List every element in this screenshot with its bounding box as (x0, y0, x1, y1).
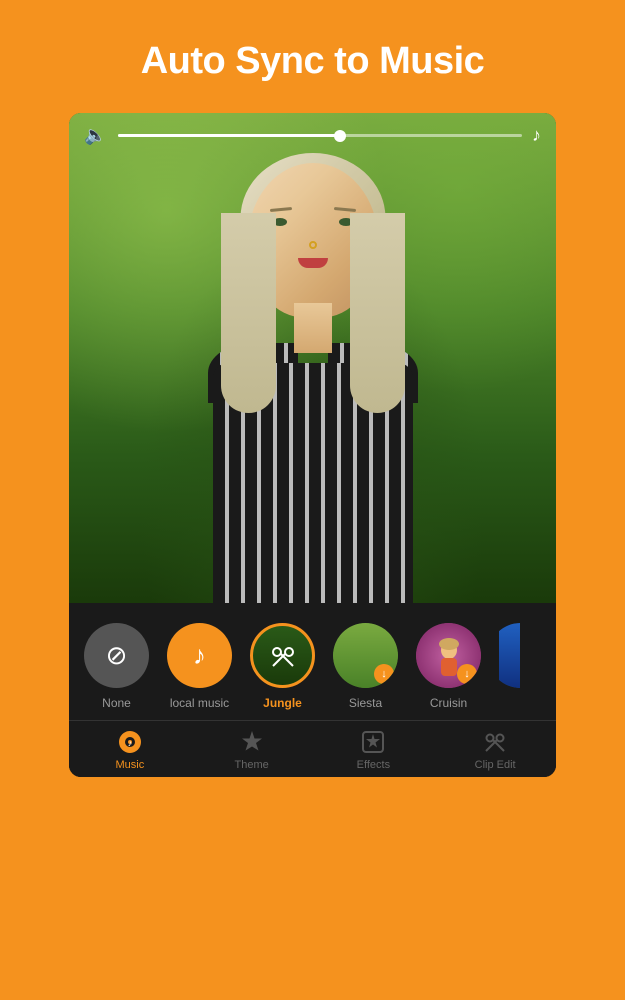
video-area: 🔈 ♪ (69, 113, 556, 603)
music-item-partial[interactable] (499, 623, 541, 688)
music-item-jungle[interactable]: Jungle (250, 623, 315, 710)
thumb-local: ♪ (167, 623, 232, 688)
playback-bar: 🔈 ♪ (69, 125, 556, 146)
nav-item-music[interactable]: ♪ Music (69, 729, 191, 771)
nav-label-theme: Theme (235, 759, 269, 771)
nav-item-clip-edit[interactable]: Clip Edit (434, 729, 556, 771)
none-icon: ⊘ (106, 640, 128, 671)
thumb-none: ⊘ (84, 623, 149, 688)
volume-icon[interactable]: 🔈 (84, 125, 108, 146)
nav-item-theme[interactable]: Theme (191, 729, 313, 771)
label-cruisin: Cruisin (430, 696, 467, 710)
cruisin-artwork (429, 636, 469, 676)
progress-fill (118, 134, 340, 137)
music-note-icon: ♪ (532, 125, 541, 146)
app-header: Auto Sync to Music (0, 0, 625, 113)
nav-label-effects: Effects (357, 759, 390, 771)
label-none: None (102, 696, 131, 710)
person-figure (183, 153, 443, 603)
face-lips (298, 258, 328, 268)
download-badge-siesta: ↓ (374, 664, 394, 684)
music-item-local[interactable]: ♪ local music (167, 623, 232, 710)
progress-track[interactable] (118, 134, 522, 137)
label-siesta: Siesta (349, 696, 382, 710)
effects-nav-icon (360, 729, 386, 755)
local-music-icon: ♪ (193, 640, 206, 671)
eyebrow-left (269, 207, 291, 212)
thumb-partial (499, 623, 541, 688)
eyebrow-right (333, 207, 355, 212)
theme-nav-icon (239, 729, 265, 755)
svg-text:♪: ♪ (128, 738, 133, 748)
music-item-none[interactable]: ⊘ None (84, 623, 149, 710)
page-title: Auto Sync to Music (30, 40, 595, 83)
bottom-panel: ⊘ None ♪ local music (69, 603, 556, 777)
phone-frame: 🔈 ♪ (69, 113, 556, 777)
music-nav-icon: ♪ (117, 729, 143, 755)
nose-ring (309, 241, 317, 249)
scissors-icon (267, 640, 299, 672)
bottom-nav: ♪ Music Theme Effects (69, 720, 556, 777)
person-neck (294, 303, 332, 353)
nav-label-clip-edit: Clip Edit (475, 759, 516, 771)
label-local: local music (170, 696, 229, 710)
thumb-jungle (250, 623, 315, 688)
face-eyes (273, 218, 353, 226)
thumb-siesta: ↓ (333, 623, 398, 688)
music-item-cruisin[interactable]: ↓ Cruisin (416, 623, 481, 710)
nav-label-music: Music (116, 759, 145, 771)
nav-item-effects[interactable]: Effects (313, 729, 435, 771)
clip-edit-nav-icon (482, 729, 508, 755)
progress-thumb (334, 130, 346, 142)
portrait-area (69, 113, 556, 603)
label-jungle: Jungle (263, 696, 302, 710)
hair-left (221, 213, 276, 413)
thumb-cruisin: ↓ (416, 623, 481, 688)
music-item-siesta[interactable]: ↓ Siesta (333, 623, 398, 710)
music-list: ⊘ None ♪ local music (69, 603, 556, 720)
hair-right (350, 213, 405, 413)
